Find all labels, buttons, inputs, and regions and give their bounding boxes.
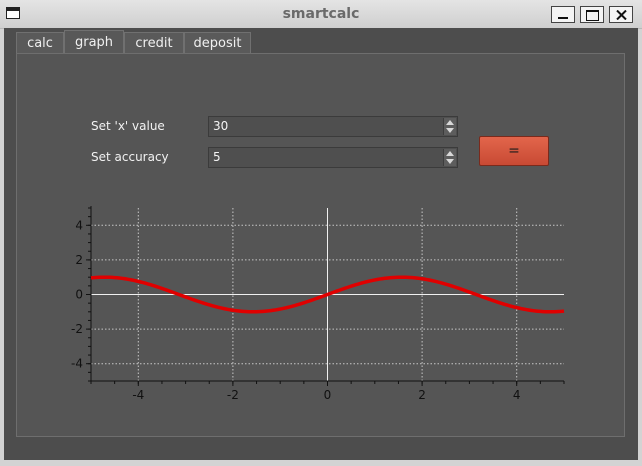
graph-panel: Set 'x' value 30 Set accuracy 5 = -4 -2 0 2… (16, 53, 625, 437)
x-tick-label: 0 (324, 388, 332, 402)
minimize-button[interactable] (551, 6, 575, 23)
y-tick-label: 0 (75, 288, 83, 302)
maximize-button[interactable] (580, 6, 604, 23)
close-icon (616, 10, 627, 20)
x-tick-label: 4 (513, 388, 521, 402)
title-bar[interactable]: smartcalc (0, 0, 642, 29)
y-tick-label: -4 (71, 357, 83, 371)
tab-deposit[interactable]: deposit (184, 32, 251, 54)
y-tick-label: 4 (75, 218, 83, 232)
main-area: calc graph credit deposit Set 'x' value … (4, 28, 638, 460)
tab-calc[interactable]: calc (16, 32, 64, 54)
window-bottom-border (4, 460, 638, 466)
tab-graph[interactable]: graph (64, 30, 124, 55)
function-graph[interactable]: -4 -2 0 2 4 -4 -2 0 2 4 (17, 54, 624, 436)
x-tick-label: -4 (132, 388, 144, 402)
close-button[interactable] (609, 6, 633, 23)
x-tick-label: 2 (418, 388, 426, 402)
window-title: smartcalc (282, 6, 360, 22)
x-tick-label: -2 (227, 388, 239, 402)
tab-credit[interactable]: credit (124, 32, 184, 54)
y-tick-label: -2 (71, 322, 83, 336)
y-tick-label: 2 (75, 253, 83, 267)
app-window: smartcalc calc graph credit deposit Set … (0, 0, 642, 466)
